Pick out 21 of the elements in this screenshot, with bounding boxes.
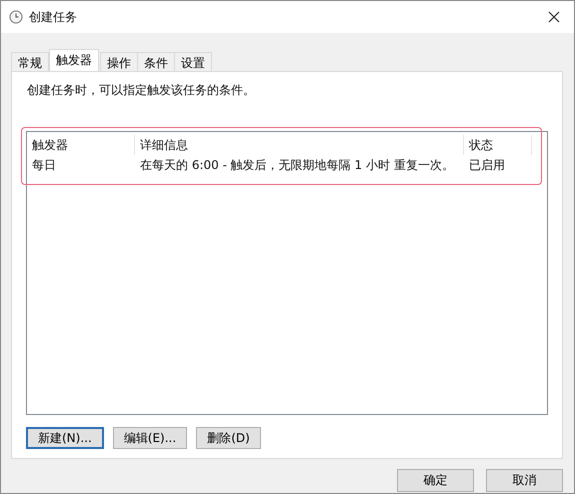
dialog-button[interactable]: 取消: [486, 469, 563, 492]
column-header[interactable]: 触发器: [27, 135, 135, 155]
description-text: 创建任务时，可以指定触发该任务的条件。: [26, 82, 256, 99]
table-row[interactable]: 每日 在每天的 6:00 - 触发后，无限期地每隔 1 小时 重复一次。 已启用: [27, 155, 547, 175]
column-header[interactable]: 详细信息: [135, 135, 464, 155]
close-icon[interactable]: [548, 11, 560, 23]
list-button[interactable]: 编辑(E)...: [112, 427, 188, 449]
dialog-button[interactable]: 确定: [397, 469, 474, 492]
window-title: 创建任务: [29, 8, 77, 26]
table-cell-text: 已启用: [468, 156, 506, 174]
clock-icon: [9, 10, 23, 24]
list-button[interactable]: 新建(N)...: [26, 427, 104, 449]
tab[interactable]: 触发器: [49, 49, 99, 71]
tab[interactable]: 常规: [11, 52, 49, 71]
column-header[interactable]: 状态: [464, 135, 532, 155]
table-cell-text: 在每天的 6:00 - 触发后，无限期地每隔 1 小时 重复一次。: [139, 156, 455, 174]
tab[interactable]: 操作: [100, 52, 138, 71]
list-button[interactable]: 删除(D): [196, 427, 261, 449]
tab[interactable]: 条件: [137, 52, 175, 71]
tab[interactable]: 设置: [174, 52, 212, 71]
table-cell-text: 每日: [31, 156, 57, 174]
